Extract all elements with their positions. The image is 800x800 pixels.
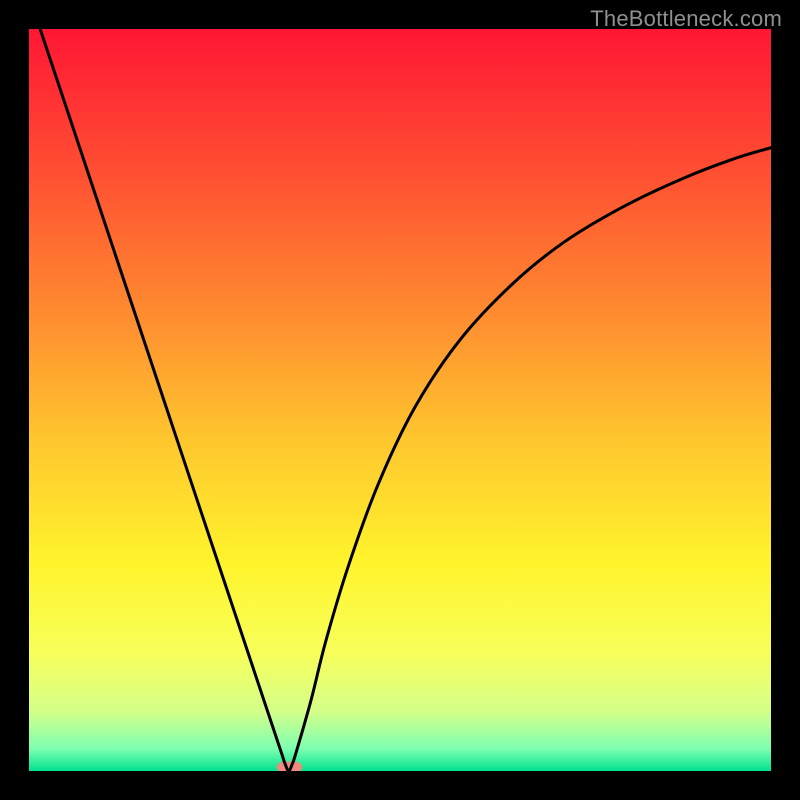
bottleneck-chart — [29, 29, 771, 771]
chart-frame — [29, 29, 771, 771]
chart-background — [29, 29, 771, 771]
